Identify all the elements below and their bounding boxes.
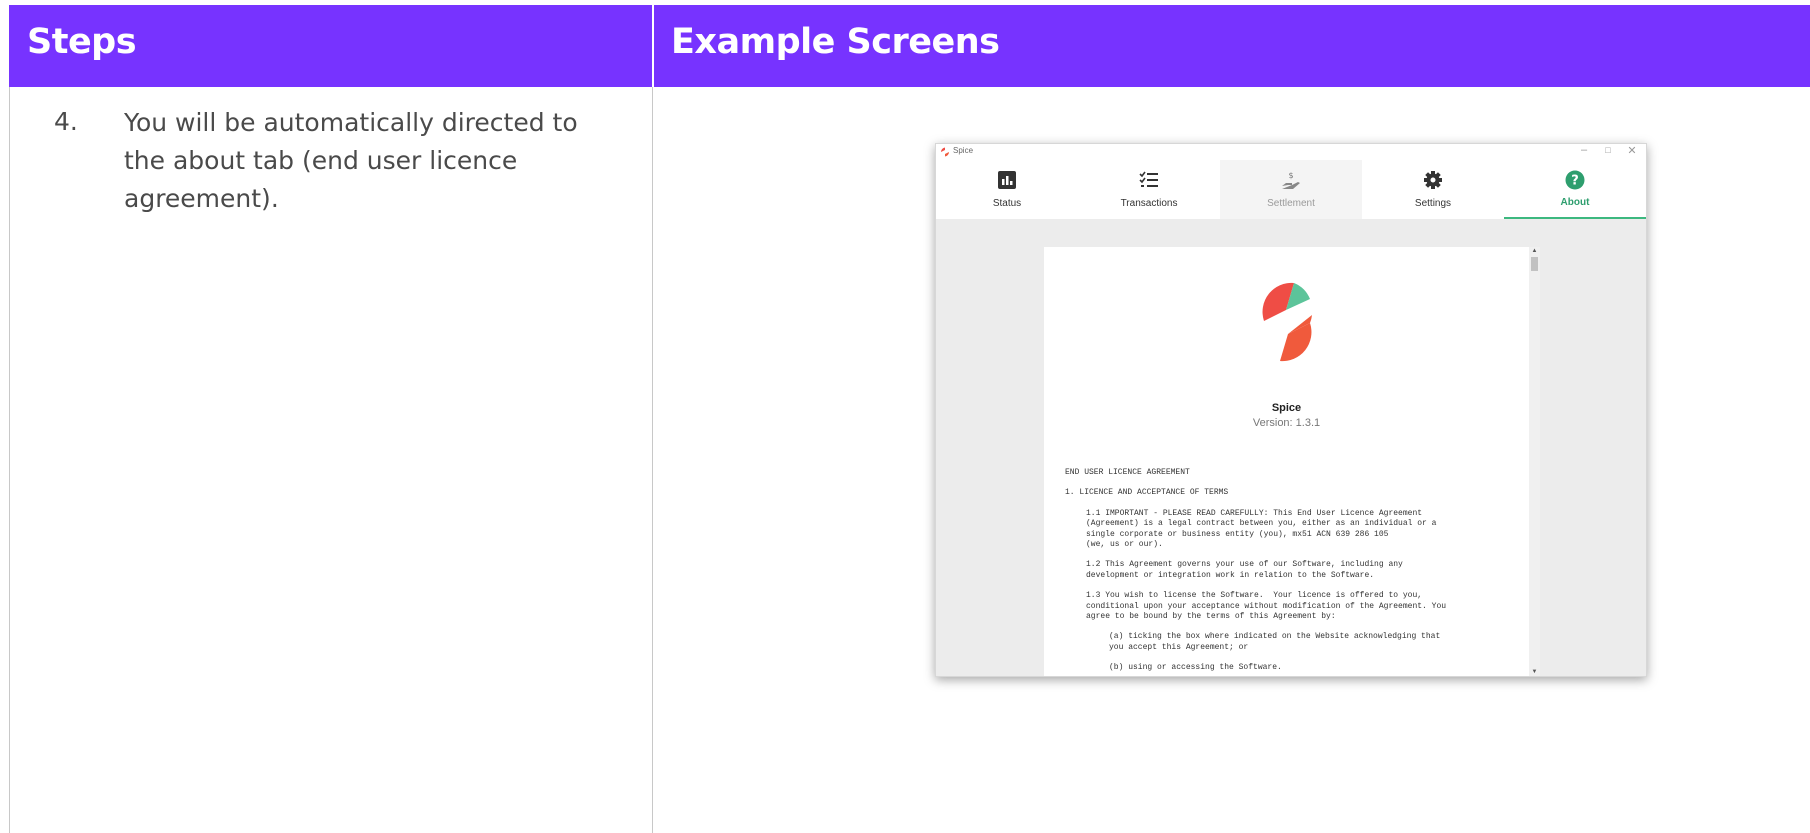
eula-paragraph: 1.3 You wish to license the Software. Yo… [1086,591,1447,622]
tab-settings[interactable]: Settings [1362,160,1504,219]
table-column-divider [652,87,653,833]
scroll-down-icon[interactable]: ▼ [1529,669,1540,675]
eula-section-heading: 1. LICENCE AND ACCEPTANCE OF TERMS [1065,488,1229,498]
gear-icon [1424,171,1442,189]
tab-label: Settings [1414,198,1452,209]
step-description: You will be automatically directed to th… [124,108,578,213]
hand-dollar-icon: $ [1282,171,1300,189]
window-titlebar: Spice – □ ✕ [936,144,1646,160]
window-title: Spice [953,146,974,155]
tab-label: Settlement [1267,198,1315,209]
spice-app-icon [940,147,950,157]
table-left-border [9,87,10,833]
eula-paragraph: 1.1 IMPORTANT - PLEASE READ CAREFULLY: T… [1086,508,1437,550]
maximize-button[interactable]: □ [1597,145,1619,155]
eula-text: END USER LICENCE AGREEMENT 1. LICENCE AN… [1065,468,1525,676]
eula-paragraph: (b) using or accessing the Software. [1109,663,1282,673]
scroll-thumb[interactable] [1531,257,1538,271]
checklist-icon [1139,171,1158,187]
step-number: 4. [54,107,78,136]
header-divider [652,5,654,87]
tab-settlement[interactable]: $ Settlement [1220,160,1362,219]
tab-transactions[interactable]: Transactions [1078,160,1220,219]
tab-status[interactable]: Status [936,160,1078,219]
eula-paragraph: (a) ticking the box where indicated on t… [1109,632,1441,652]
about-app-version: Version: 1.3.1 [1252,417,1321,429]
question-circle-icon: ? [1565,170,1585,190]
svg-text:?: ? [1571,174,1579,189]
scrollbar[interactable]: ▲ ▼ [1529,247,1540,676]
scroll-up-icon[interactable]: ▲ [1529,248,1540,254]
bar-chart-icon [998,171,1016,189]
about-panel: Spice Version: 1.3.1 END USER LICENCE AG… [1044,247,1529,676]
close-button[interactable]: ✕ [1621,144,1643,157]
steps-column-title: Steps [27,22,137,62]
tab-label: Transactions [1120,198,1178,209]
tab-bar: Status Transactions $ Settlement Setting… [936,160,1646,219]
tab-label: Status [992,198,1022,209]
eula-title: END USER LICENCE AGREEMENT [1065,468,1190,477]
tab-about[interactable]: ? About [1504,160,1646,219]
examples-column-title: Example Screens [671,22,1000,62]
spice-logo [1262,282,1312,362]
about-app-name: Spice [1271,402,1302,414]
minimize-button[interactable]: – [1573,144,1595,156]
spice-app-window: Spice – □ ✕ Status Transactions $ Settle… [935,143,1647,677]
eula-paragraph: 1.2 This Agreement governs your use of o… [1086,560,1403,580]
svg-text:$: $ [1288,171,1293,180]
tab-label: About [1560,197,1590,208]
